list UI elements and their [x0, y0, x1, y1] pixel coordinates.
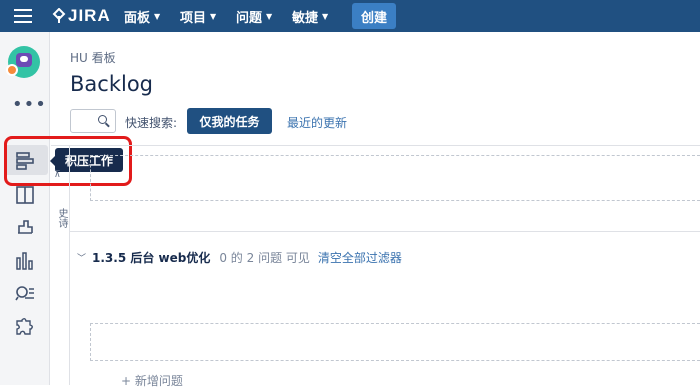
addons-icon[interactable]	[14, 316, 36, 338]
page-title: Backlog	[70, 72, 153, 96]
issues-search-icon[interactable]	[14, 283, 36, 305]
quick-search-label: 快速搜索:	[125, 116, 178, 130]
sprint-header[interactable]: ﹀ 1.3.5 后台 web优化 0 的 2 问题 可见 清空全部过滤器	[77, 249, 402, 266]
releases-icon[interactable]	[14, 215, 36, 237]
menu-projects[interactable]: 项目 ▼	[180, 0, 216, 32]
collapse-epics-icon[interactable]: ⊼	[54, 170, 61, 180]
menu-dashboards[interactable]: 面板 ▼	[124, 0, 160, 32]
menu-issues[interactable]: 问题 ▼	[236, 0, 272, 32]
menu-icon[interactable]	[14, 9, 32, 23]
project-sidebar: •••	[0, 32, 50, 385]
issue-drop-zone	[90, 323, 700, 361]
avatar-badge-icon	[6, 64, 18, 76]
divider	[70, 231, 700, 232]
sprint-drop-zone	[90, 155, 700, 201]
menu-label: 面板	[124, 10, 151, 26]
add-issue-button[interactable]: + 新增问题	[121, 372, 183, 389]
menu-agile[interactable]: 敏捷 ▼	[292, 0, 328, 32]
chevron-down-icon[interactable]: ﹀	[77, 251, 86, 264]
recently-updated-link[interactable]: 最近的更新	[287, 114, 347, 131]
avatar-eye	[20, 56, 28, 62]
chevron-down-icon: ▼	[154, 11, 161, 21]
divider	[51, 145, 700, 146]
search-input[interactable]	[70, 109, 116, 133]
top-navigation-bar: JIRA 面板 ▼ 项目 ▼ 问题 ▼ 敏捷 ▼ 创建	[0, 0, 700, 32]
board-icon[interactable]	[14, 184, 36, 206]
sprint-name: 1.3.5 后台 web优化	[92, 251, 211, 265]
clear-filters-link[interactable]: 清空全部过滤器	[318, 249, 402, 266]
chevron-down-icon: ▼	[266, 11, 273, 21]
search-icon-handle	[105, 122, 110, 128]
backlog-main: HU 看板 Backlog 快速搜索: 仅我的任务 最近的更新 ⊼ 史诗 ﹀ 1…	[51, 32, 700, 388]
menu-label: 问题	[236, 10, 263, 26]
create-button[interactable]: 创建	[352, 3, 396, 29]
chevron-down-icon: ▼	[210, 11, 217, 21]
only-my-issues-button[interactable]: 仅我的任务	[187, 108, 272, 134]
menu-label: 敏捷	[292, 10, 319, 26]
logo-text: JIRA	[68, 6, 111, 25]
jira-logo-icon	[52, 8, 66, 23]
jira-logo[interactable]: JIRA	[52, 6, 111, 25]
reports-icon[interactable]	[14, 250, 36, 272]
sprint-issue-count: 0 的 2 问题 可见	[219, 251, 310, 265]
more-icon[interactable]: •••	[12, 94, 47, 115]
menu-label: 项目	[180, 10, 207, 26]
chevron-down-icon: ▼	[322, 11, 329, 21]
breadcrumb[interactable]: HU 看板	[70, 49, 116, 66]
epics-label[interactable]: 史诗	[54, 208, 69, 228]
epics-panel-toggle[interactable]	[51, 146, 70, 385]
